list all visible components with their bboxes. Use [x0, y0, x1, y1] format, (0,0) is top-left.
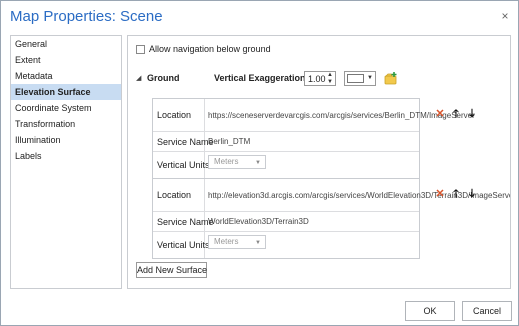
- dialog-title: Map Properties: Scene: [10, 8, 163, 25]
- elevation-surface-2: Location http://elevation3d.arcgis.com/a…: [152, 178, 511, 259]
- close-icon[interactable]: ×: [498, 9, 512, 23]
- move-up-icon[interactable]: 🡑: [450, 187, 462, 201]
- location-label: Location: [153, 99, 205, 131]
- elevation-surface-1: Location https://sceneserverdevarcgis.co…: [152, 98, 475, 179]
- vertical-units-row: Vertical Units Meters ▼: [153, 152, 419, 178]
- chevron-down-icon[interactable]: ▼: [367, 75, 373, 81]
- vertical-units-label: Vertical Units: [153, 232, 210, 258]
- elevation-surface-panel: Allow navigation below ground ◢ Ground V…: [127, 35, 511, 289]
- sidebar-item-coordinate-system[interactable]: Coordinate System: [11, 100, 121, 116]
- add-elevation-source-icon[interactable]: [384, 71, 398, 85]
- surface-2-actions: ✕ 🡑 🡓: [434, 187, 484, 201]
- sidebar-item-metadata[interactable]: Metadata: [11, 68, 121, 84]
- vertical-units-label: Vertical Units: [153, 152, 210, 178]
- sidebar-item-illumination[interactable]: Illumination: [11, 132, 121, 148]
- vertical-units-row: Vertical Units Meters ▼: [153, 232, 419, 258]
- vertical-units-dropdown[interactable]: Meters ▼: [208, 155, 266, 169]
- sidebar-item-extent[interactable]: Extent: [11, 52, 121, 68]
- move-down-icon[interactable]: 🡓: [466, 107, 478, 121]
- cancel-button[interactable]: Cancel: [462, 301, 512, 321]
- map-properties-dialog: Map Properties: Scene × General Extent M…: [0, 0, 519, 326]
- ground-row: ◢ Ground Vertical Exaggeration 1.00 ▲ ▼ ▼: [136, 71, 510, 87]
- remove-surface-icon[interactable]: ✕: [434, 107, 446, 121]
- ground-label: Ground: [147, 73, 180, 83]
- move-up-icon[interactable]: 🡑: [450, 107, 462, 121]
- move-down-icon[interactable]: 🡓: [466, 187, 478, 201]
- sidebar-item-labels[interactable]: Labels: [11, 148, 121, 164]
- allow-navigation-checkbox[interactable]: [136, 45, 145, 54]
- service-name-row: Service Name Berlin_DTM: [153, 132, 419, 152]
- sidebar: General Extent Metadata Elevation Surfac…: [10, 35, 122, 289]
- service-name-label: Service Name: [153, 212, 214, 231]
- vertical-exaggeration-value: 1.00: [308, 74, 326, 84]
- location-row: Location http://elevation3d.arcgis.com/a…: [153, 179, 511, 212]
- location-row: Location https://sceneserverdevarcgis.co…: [153, 99, 475, 132]
- vertical-units-value: Meters: [214, 237, 239, 246]
- color-swatch: [347, 74, 364, 83]
- service-name-value: Berlin_DTM: [208, 137, 251, 146]
- service-name-row: Service Name WorldElevation3D/Terrain3D: [153, 212, 419, 232]
- surface-1-actions: ✕ 🡑 🡓: [434, 107, 484, 121]
- chevron-down-icon[interactable]: ▼: [255, 157, 261, 169]
- title-bar: Map Properties: Scene ×: [1, 1, 518, 33]
- location-value: https://sceneserverdevarcgis.com/arcgis/…: [208, 110, 475, 120]
- add-new-surface-button[interactable]: Add New Surface: [136, 262, 207, 278]
- location-value: http://elevation3d.arcgis.com/arcgis/ser…: [208, 190, 511, 200]
- remove-surface-icon[interactable]: ✕: [434, 187, 446, 201]
- sidebar-item-general[interactable]: General: [11, 36, 121, 52]
- location-label: Location: [153, 179, 205, 211]
- vertical-exaggeration-stepper[interactable]: 1.00 ▲ ▼: [304, 71, 336, 86]
- service-name-value: WorldElevation3D/Terrain3D: [208, 217, 309, 226]
- sidebar-item-elevation-surface[interactable]: Elevation Surface: [11, 84, 121, 100]
- collapse-triangle-icon[interactable]: ◢: [136, 74, 141, 82]
- vertical-exaggeration-label: Vertical Exaggeration: [214, 73, 306, 83]
- stepper-arrows-icon[interactable]: ▲ ▼: [327, 72, 333, 86]
- sidebar-item-transformation[interactable]: Transformation: [11, 116, 121, 132]
- ok-button[interactable]: OK: [405, 301, 455, 321]
- allow-navigation-label: Allow navigation below ground: [149, 44, 271, 54]
- vertical-units-dropdown[interactable]: Meters ▼: [208, 235, 266, 249]
- chevron-down-icon[interactable]: ▼: [255, 237, 261, 249]
- ground-color-picker[interactable]: ▼: [344, 71, 376, 86]
- vertical-units-value: Meters: [214, 157, 239, 166]
- service-name-label: Service Name: [153, 132, 214, 151]
